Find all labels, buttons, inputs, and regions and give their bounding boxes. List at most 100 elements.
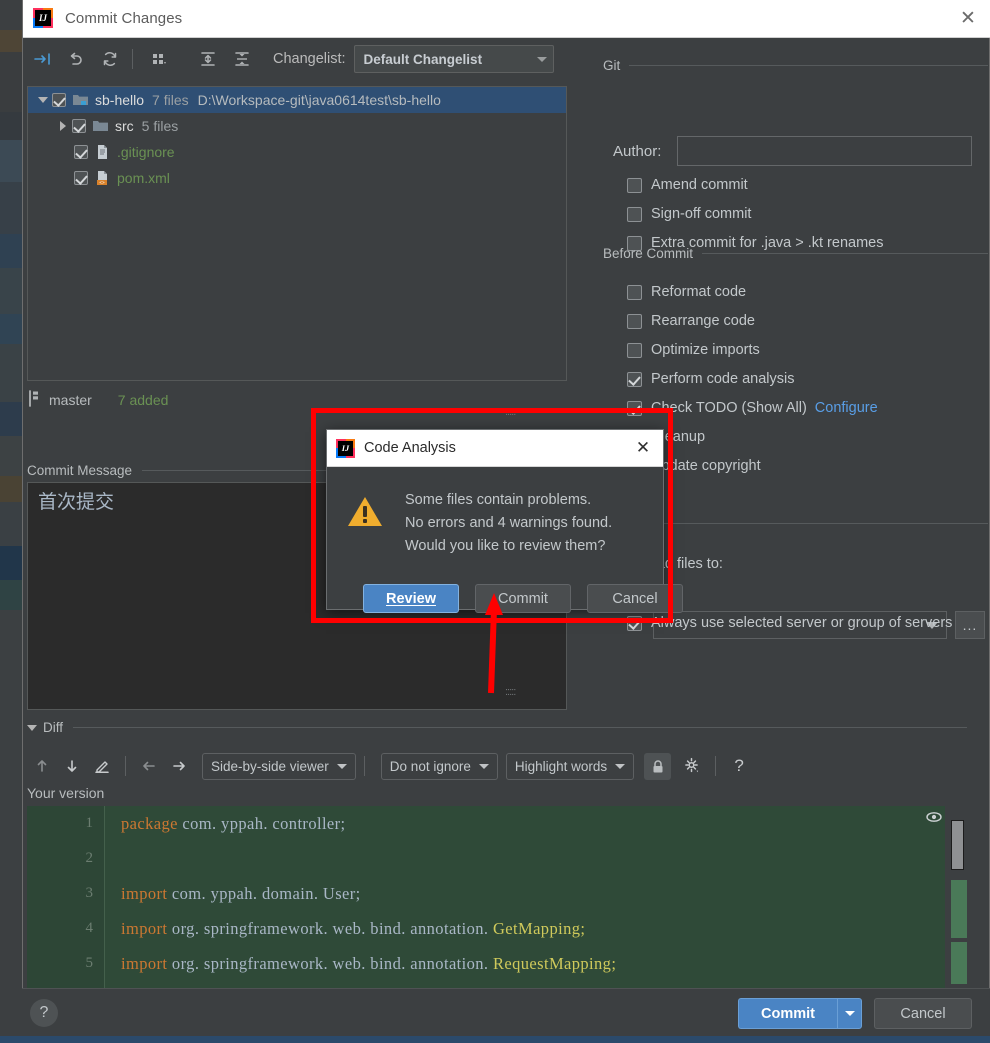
modal-titlebar: IJ Code Analysis ✕: [327, 430, 663, 467]
signoff-commit-checkbox-row[interactable]: Sign-off commit: [627, 206, 751, 222]
intellij-idea-icon: IJ: [33, 8, 55, 30]
commit-dropdown-button[interactable]: [837, 998, 862, 1029]
changed-files-tree[interactable]: sb-hello 7 files D:\Workspace-git\java06…: [27, 86, 567, 381]
tree-node-name: pom.xml: [117, 170, 170, 186]
changelist-dropdown[interactable]: Default Changelist: [354, 45, 554, 73]
modal-commit-button[interactable]: Commit: [475, 584, 571, 613]
cancel-button[interactable]: Cancel: [874, 998, 972, 1029]
tree-checkbox[interactable]: [74, 145, 88, 159]
next-file-icon[interactable]: [164, 751, 194, 781]
previous-difference-icon[interactable]: [27, 751, 57, 781]
viewer-mode-dropdown[interactable]: Side-by-side viewer: [202, 753, 356, 780]
checkbox[interactable]: [627, 285, 642, 300]
check-todo-checkbox-row[interactable]: Check TODO (Show All) Configure: [627, 400, 878, 416]
splitter-grip[interactable]: :::::: [505, 406, 515, 418]
check-todo-label: Check TODO (Show All): [651, 400, 807, 416]
review-button[interactable]: Review: [363, 584, 459, 613]
checkbox[interactable]: [627, 314, 642, 329]
help-button[interactable]: ?: [30, 999, 58, 1027]
checkbox[interactable]: [627, 207, 642, 222]
expand-triangle-icon[interactable]: [27, 725, 37, 731]
code-analysis-dialog: IJ Code Analysis ✕ Some files contain pr…: [326, 429, 664, 610]
previous-file-icon[interactable]: [134, 751, 164, 781]
eye-icon[interactable]: [925, 810, 943, 824]
modal-message-line-1: Some files contain problems.: [405, 489, 612, 512]
expand-triangle-icon[interactable]: [34, 97, 52, 103]
ignore-mode-value: Do not ignore: [390, 759, 471, 774]
toolbar-divider: [715, 756, 716, 776]
checkbox[interactable]: [627, 401, 642, 416]
git-section-header: Git: [603, 58, 988, 73]
checkbox[interactable]: [627, 616, 642, 631]
chevron-down-icon: [615, 764, 625, 769]
collapse-triangle-icon[interactable]: [54, 121, 72, 131]
editor-scrollbar-thumb[interactable]: [951, 820, 964, 870]
chevron-down-icon: [845, 1011, 855, 1016]
highlight-mode-dropdown[interactable]: Highlight words: [506, 753, 634, 780]
configure-link[interactable]: Configure: [815, 400, 878, 416]
modal-buttons: Review Commit Cancel: [363, 584, 683, 613]
tree-checkbox[interactable]: [52, 93, 66, 107]
amend-commit-checkbox-row[interactable]: Amend commit: [627, 177, 748, 193]
tree-row-module[interactable]: sb-hello 7 files D:\Workspace-git\java06…: [28, 87, 566, 113]
collapse-selection-icon[interactable]: [27, 44, 57, 74]
code-line: import org. springframework. web. bind. …: [121, 946, 967, 981]
lock-icon[interactable]: [644, 753, 671, 780]
gear-icon[interactable]: [677, 751, 707, 781]
reformat-code-checkbox-row[interactable]: Reformat code: [627, 284, 746, 300]
section-divider: [702, 253, 988, 254]
line-number: 5: [27, 946, 105, 981]
revert-icon[interactable]: [61, 44, 91, 74]
checkbox[interactable]: [627, 178, 642, 193]
collapse-all-icon[interactable]: [227, 44, 257, 74]
line-number: 2: [27, 841, 105, 876]
commit-button[interactable]: Commit: [738, 998, 837, 1029]
modal-cancel-button-label: Cancel: [612, 591, 657, 607]
expand-all-icon[interactable]: [193, 44, 223, 74]
tree-node-name: sb-hello: [95, 92, 144, 108]
git-branch-icon: [27, 390, 41, 410]
line-number: 1: [27, 806, 105, 841]
tree-row-pomxml[interactable]: <> pom.xml: [28, 165, 566, 191]
update-copyright-label: Update copyright: [651, 458, 761, 474]
tree-row-gitignore[interactable]: .gitignore: [28, 139, 566, 165]
author-input[interactable]: [677, 136, 972, 166]
tree-checkbox[interactable]: [72, 119, 86, 133]
code-token: import: [121, 954, 167, 973]
splitter-grip[interactable]: :::::: [505, 686, 515, 698]
code-token: import: [121, 884, 167, 903]
next-difference-icon[interactable]: [57, 751, 87, 781]
always-use-server-checkbox-row[interactable]: Always use selected server or group of s…: [627, 615, 952, 631]
code-line: import org. springframework. web. bind. …: [121, 911, 967, 946]
refresh-icon[interactable]: [95, 44, 125, 74]
checkbox[interactable]: [627, 372, 642, 387]
optimize-imports-checkbox-row[interactable]: Optimize imports: [627, 342, 760, 358]
branch-status: master 7 added: [27, 390, 168, 410]
module-folder-icon: [72, 92, 89, 108]
before-commit-section-label: Before Commit: [603, 246, 693, 261]
checkbox[interactable]: [627, 343, 642, 358]
folder-icon: [92, 118, 109, 134]
rearrange-code-checkbox-row[interactable]: Rearrange code: [627, 313, 755, 329]
branch-name: master: [49, 392, 92, 408]
toolbar-divider: [364, 756, 365, 776]
perform-code-analysis-checkbox-row[interactable]: Perform code analysis: [627, 371, 794, 387]
tree-node-name: .gitignore: [117, 144, 175, 160]
tree-checkbox[interactable]: [74, 171, 88, 185]
tree-row-src[interactable]: src 5 files: [28, 113, 566, 139]
modal-message: Some files contain problems. No errors a…: [405, 489, 612, 558]
close-icon[interactable]: ✕: [623, 430, 663, 466]
edit-icon[interactable]: [87, 751, 117, 781]
help-icon[interactable]: ?: [724, 751, 754, 781]
intellij-idea-icon: IJ: [336, 439, 355, 458]
ignore-mode-dropdown[interactable]: Do not ignore: [381, 753, 498, 780]
code-lines-container[interactable]: package com. yppah. controller; import c…: [105, 806, 967, 1013]
diff-code-editor[interactable]: 1 2 3 4 5 6 package com. yppah. controll…: [27, 806, 967, 1013]
commit-split-button[interactable]: Commit: [738, 998, 862, 1029]
upload-browse-button[interactable]: ...: [955, 611, 985, 639]
modal-cancel-button[interactable]: Cancel: [587, 584, 683, 613]
close-icon[interactable]: ✕: [945, 0, 990, 37]
group-by-icon[interactable]: [144, 44, 174, 74]
line-number-gutter: 1 2 3 4 5 6: [27, 806, 105, 1013]
diff-section-header[interactable]: Diff: [27, 720, 967, 735]
